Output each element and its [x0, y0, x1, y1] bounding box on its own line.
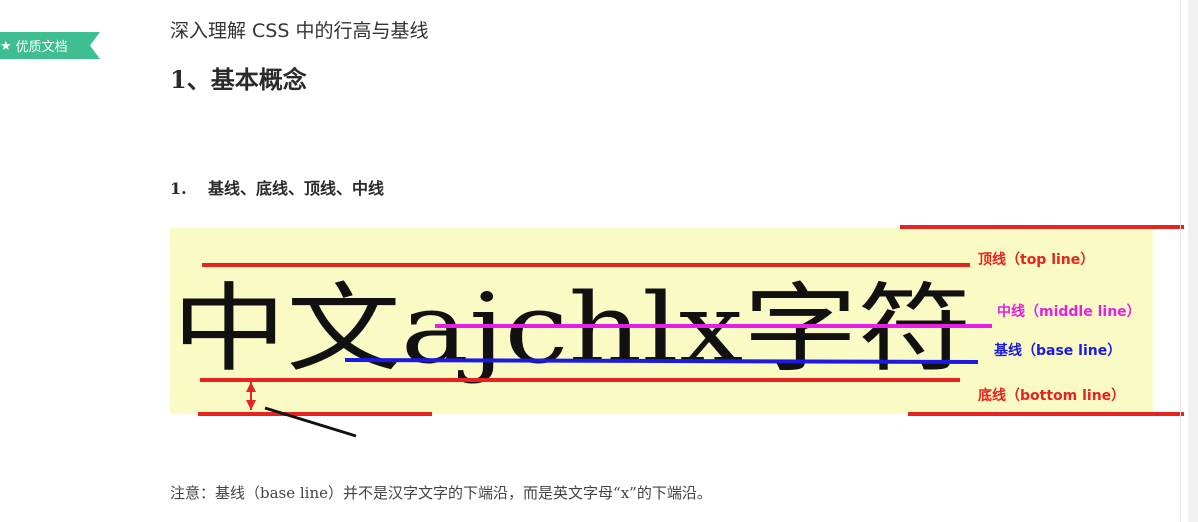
subsection-title: 基线、底线、顶线、中线 [208, 179, 385, 198]
label-top-line: 顶线（top line） [978, 251, 1094, 268]
sample-text: 中文ajchlx字符 [172, 273, 972, 385]
subsection-number: 1. [170, 179, 187, 198]
star-icon: ★ [0, 37, 12, 53]
content-divider [1180, 0, 1181, 522]
quality-doc-badge: ★ 优质文档 [0, 32, 100, 59]
document-title: 深入理解 CSS 中的行高与基线 [170, 20, 429, 42]
base-line [344, 358, 979, 364]
label-bottom-line: 底线（bottom line） [978, 387, 1125, 404]
section-heading: 1、基本概念 [170, 65, 307, 94]
subsection-heading: 1. 基线、底线、顶线、中线 [170, 175, 384, 199]
badge-label: 优质文档 [15, 39, 68, 54]
note-paragraph: 注意：基线（base line）并不是汉字文字的下端沿，而是英文字母“x”的下端… [170, 484, 712, 502]
label-base-line: 基线（base line） [994, 342, 1121, 359]
vertical-scrollbar[interactable] [1188, 0, 1198, 522]
label-middle-line: 中线（middle line） [997, 303, 1141, 320]
baseline-diagram: 中文ajchlx字符 顶线（top line） 中线（middle line） … [170, 225, 1184, 438]
